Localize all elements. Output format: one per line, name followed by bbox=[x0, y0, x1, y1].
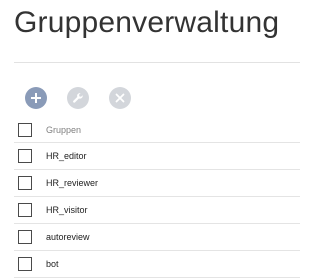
edit-group-button[interactable] bbox=[67, 87, 89, 109]
table-row[interactable]: HR_reviewer bbox=[14, 170, 300, 197]
row-checkbox[interactable] bbox=[18, 230, 32, 244]
row-checkbox[interactable] bbox=[18, 203, 32, 217]
select-all-checkbox[interactable] bbox=[18, 123, 32, 137]
table-row[interactable]: autoreview bbox=[14, 224, 300, 251]
table-row[interactable]: HR_editor bbox=[14, 143, 300, 170]
remove-group-button[interactable] bbox=[109, 87, 131, 109]
group-name: bot bbox=[46, 259, 59, 269]
row-checkbox[interactable] bbox=[18, 176, 32, 190]
table-header-row: Gruppen bbox=[14, 118, 300, 143]
title-divider bbox=[14, 62, 300, 63]
page-title: Gruppenverwaltung bbox=[14, 6, 280, 39]
group-name: HR_visitor bbox=[46, 205, 88, 215]
plus-icon bbox=[31, 93, 41, 103]
group-name: HR_editor bbox=[46, 151, 87, 161]
groups-table: Gruppen HR_editor HR_reviewer HR_visitor… bbox=[14, 118, 300, 278]
close-icon bbox=[115, 93, 125, 103]
table-row[interactable]: bot bbox=[14, 251, 300, 278]
wrench-icon bbox=[73, 93, 83, 103]
table-row[interactable]: HR_visitor bbox=[14, 197, 300, 224]
add-group-button[interactable] bbox=[25, 87, 47, 109]
row-checkbox[interactable] bbox=[18, 149, 32, 163]
row-checkbox[interactable] bbox=[18, 257, 32, 271]
group-name: HR_reviewer bbox=[46, 178, 99, 188]
group-name: autoreview bbox=[46, 232, 90, 242]
column-header-groups: Gruppen bbox=[46, 125, 82, 135]
